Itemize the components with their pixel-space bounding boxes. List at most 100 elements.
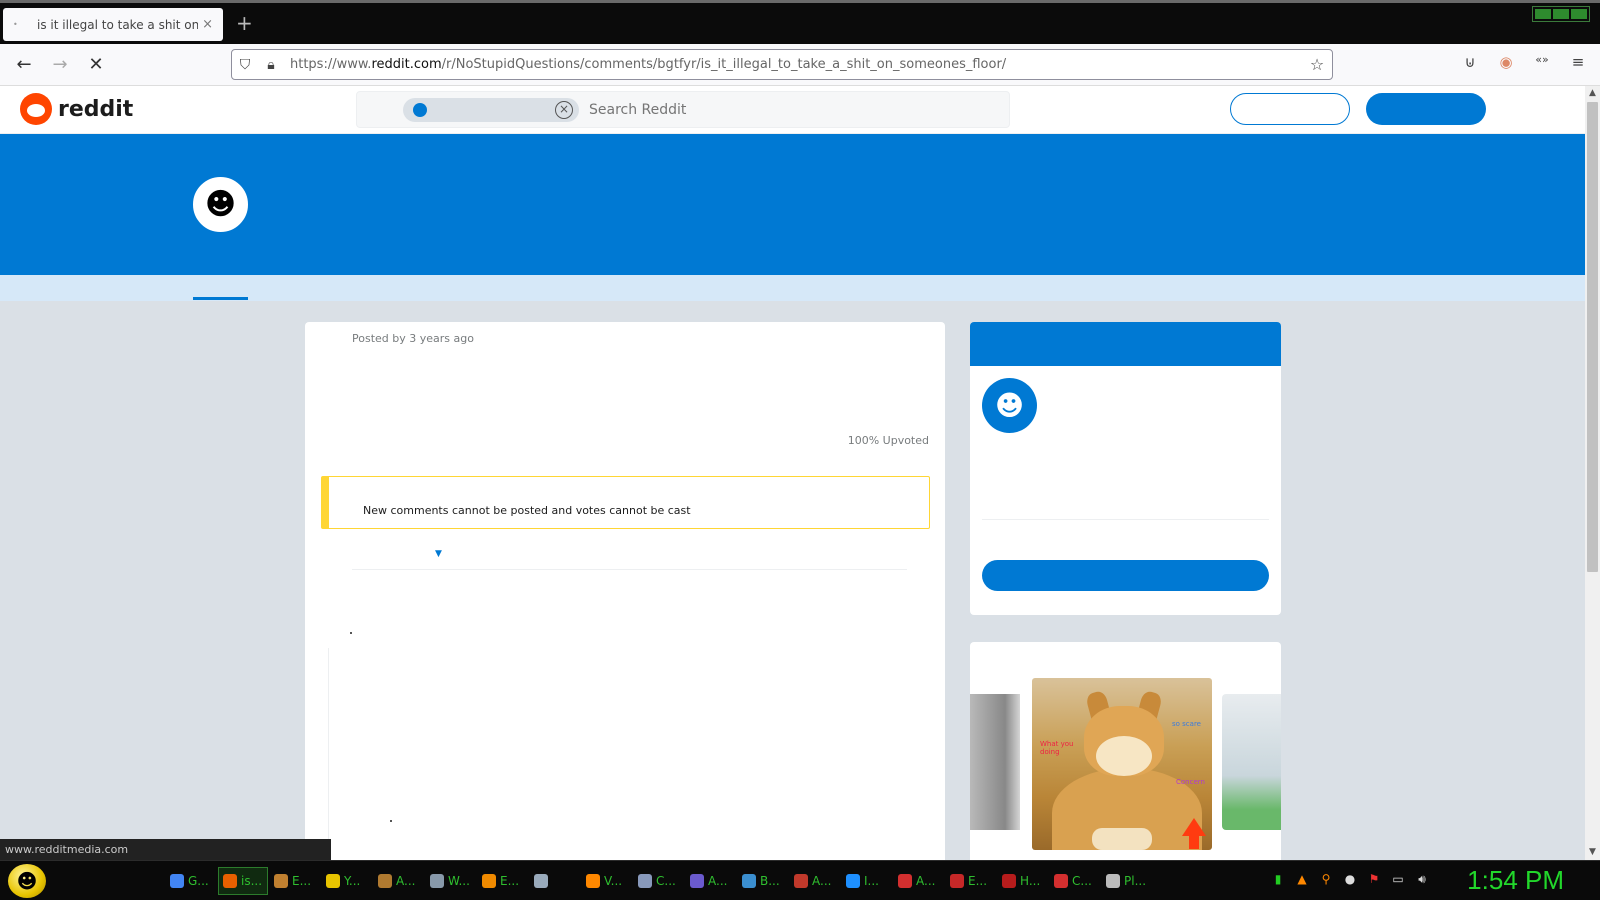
- taskbar-app-icon: [794, 874, 808, 888]
- taskbar-task[interactable]: C...: [634, 867, 684, 895]
- address-bar[interactable]: ⛉ 🔒︎ https://www.reddit.com/r/NoStupidQu…: [231, 49, 1333, 80]
- reddit-wordmark: reddit: [58, 96, 134, 122]
- taskbar-task[interactable]: W...: [426, 867, 476, 895]
- carousel-next-image[interactable]: [1222, 694, 1281, 830]
- scroll-thumb[interactable]: [1587, 102, 1598, 572]
- smiley-start-icon: ☻: [16, 869, 38, 893]
- comment-thread-line[interactable]: [328, 648, 329, 860]
- taskbar-task[interactable]: E...: [478, 867, 528, 895]
- forward-button[interactable]: →: [48, 53, 72, 77]
- taskbar-task-label: B...: [760, 874, 780, 888]
- page-scrollbar[interactable]: ▲ ▼: [1585, 86, 1600, 860]
- search-input[interactable]: [589, 101, 949, 118]
- taskbar-task[interactable]: A...: [686, 867, 736, 895]
- close-tab-icon[interactable]: ×: [202, 17, 213, 32]
- taskbar-task[interactable]: is...: [218, 867, 268, 895]
- taskbar-task-label: G...: [188, 874, 209, 888]
- carousel-doge-image[interactable]: so scare What you doing Concern: [1032, 678, 1212, 850]
- tray-flag-icon[interactable]: ⚑: [1366, 871, 1382, 887]
- taskbar-task[interactable]: H...: [998, 867, 1048, 895]
- os-taskbar: ☻ G... is... E... Y... A... W... E... V... C... A…: [0, 860, 1600, 900]
- tray-volume-icon[interactable]: 🔊︎: [1414, 871, 1430, 887]
- sort-dropdown-caret-icon[interactable]: ▼: [435, 549, 442, 559]
- taskbar-task-label: V...: [604, 874, 623, 888]
- lock-icon[interactable]: 🔒︎: [258, 57, 284, 73]
- tracking-protection-shield-icon[interactable]: ⛉: [232, 57, 258, 73]
- taskbar-task[interactable]: A...: [790, 867, 840, 895]
- stop-loading-button[interactable]: ✕: [84, 53, 108, 77]
- taskbar-task-label: E...: [292, 874, 312, 888]
- tray-green-icon[interactable]: ▮: [1270, 871, 1286, 887]
- tray-vlc-icon[interactable]: ▲: [1294, 871, 1310, 887]
- reddit-page: reddit × ☻ Posted by 3 years ago 100% Up…: [0, 86, 1585, 860]
- reddit-logo[interactable]: reddit: [20, 93, 133, 125]
- clear-chip-icon[interactable]: ×: [555, 100, 573, 119]
- community-avatar-icon: ☻: [994, 389, 1025, 422]
- taskbar-task-label: A...: [396, 874, 416, 888]
- pocket-icon[interactable]: ⊍: [1458, 53, 1482, 71]
- taskbar-task-label: I...: [864, 874, 879, 888]
- tray-chat-icon[interactable]: ●: [1342, 871, 1358, 887]
- browser-tab-active[interactable]: • is it illegal to take a shit on som ×: [3, 8, 223, 41]
- doge-caption: so scare: [1172, 720, 1201, 728]
- taskbar-app-icon: [170, 874, 184, 888]
- url-text[interactable]: https://www.reddit.com/r/NoStupidQuestio…: [290, 57, 1302, 72]
- taskbar-task[interactable]: E...: [946, 867, 996, 895]
- post-meta: Posted by 3 years ago: [352, 332, 474, 345]
- taskbar-task[interactable]: E...: [270, 867, 320, 895]
- archived-notice-text: New comments cannot be posted and votes …: [363, 504, 691, 517]
- taskbar-task[interactable]: Pl...: [1102, 867, 1152, 895]
- search-bar[interactable]: ×: [356, 91, 1010, 128]
- scroll-down-arrow-icon[interactable]: ▼: [1585, 845, 1600, 860]
- taskbar-tasks: G... is... E... Y... A... W... E... V... C... A..…: [166, 867, 1152, 895]
- tab-title: is it illegal to take a shit on som: [37, 17, 199, 32]
- taskbar-app-icon: [846, 874, 860, 888]
- taskbar-task-label: A...: [812, 874, 832, 888]
- system-monitor-widget: [1532, 6, 1590, 22]
- taskbar-task-label: A...: [916, 874, 936, 888]
- back-arrow-icon: ←: [16, 54, 32, 75]
- taskbar-task-label: E...: [500, 874, 520, 888]
- scroll-up-arrow-icon[interactable]: ▲: [1585, 86, 1600, 101]
- taskbar-task[interactable]: [530, 867, 580, 895]
- taskbar-task[interactable]: I...: [842, 867, 892, 895]
- taskbar-task[interactable]: G...: [166, 867, 216, 895]
- taskbar-task[interactable]: A...: [894, 867, 944, 895]
- image-carousel-card: so scare What you doing Concern: [970, 642, 1281, 860]
- subreddit-search-chip[interactable]: ×: [403, 97, 579, 122]
- back-button[interactable]: ←: [12, 53, 36, 77]
- tray-network-icon[interactable]: ▭: [1390, 871, 1406, 887]
- post-card: Posted by 3 years ago 100% Upvoted New c…: [305, 322, 945, 860]
- start-button[interactable]: ☻: [8, 864, 46, 898]
- extension-flag-icon[interactable]: ◉: [1494, 53, 1518, 71]
- taskbar-app-icon: [950, 874, 964, 888]
- taskbar-clock[interactable]: 1:54 PM: [1467, 865, 1564, 896]
- join-button[interactable]: [982, 560, 1269, 591]
- subreddit-avatar[interactable]: ☻: [193, 177, 248, 232]
- forward-arrow-icon: →: [52, 54, 68, 75]
- taskbar-task[interactable]: C...: [1050, 867, 1100, 895]
- new-tab-button[interactable]: +: [236, 12, 253, 34]
- taskbar-task[interactable]: A...: [374, 867, 424, 895]
- taskbar-task-label: H...: [1020, 874, 1041, 888]
- community-avatar[interactable]: ☻: [982, 378, 1037, 433]
- taskbar-task[interactable]: B...: [738, 867, 788, 895]
- taskbar-task[interactable]: Y...: [322, 867, 372, 895]
- taskbar-app-icon: [638, 874, 652, 888]
- taskbar-app-icon: [586, 874, 600, 888]
- sign-up-button[interactable]: [1366, 93, 1486, 125]
- taskbar-app-icon: [1106, 874, 1120, 888]
- taskbar-app-icon: [430, 874, 444, 888]
- extension-icon[interactable]: «»: [1530, 53, 1554, 66]
- carousel-prev-image[interactable]: [970, 694, 1020, 830]
- taskbar-task[interactable]: V...: [582, 867, 632, 895]
- taskbar-task-label: Y...: [344, 874, 361, 888]
- taskbar-app-icon: [534, 874, 548, 888]
- menu-icon[interactable]: ≡: [1566, 53, 1590, 71]
- bookmark-star-icon[interactable]: ☆: [1302, 55, 1332, 74]
- taskbar-app-icon: [898, 874, 912, 888]
- tray-search-icon[interactable]: ⚲: [1318, 871, 1334, 887]
- taskbar-task-label: is...: [241, 874, 263, 888]
- taskbar-app-icon: [274, 874, 288, 888]
- log-in-button[interactable]: [1230, 93, 1350, 125]
